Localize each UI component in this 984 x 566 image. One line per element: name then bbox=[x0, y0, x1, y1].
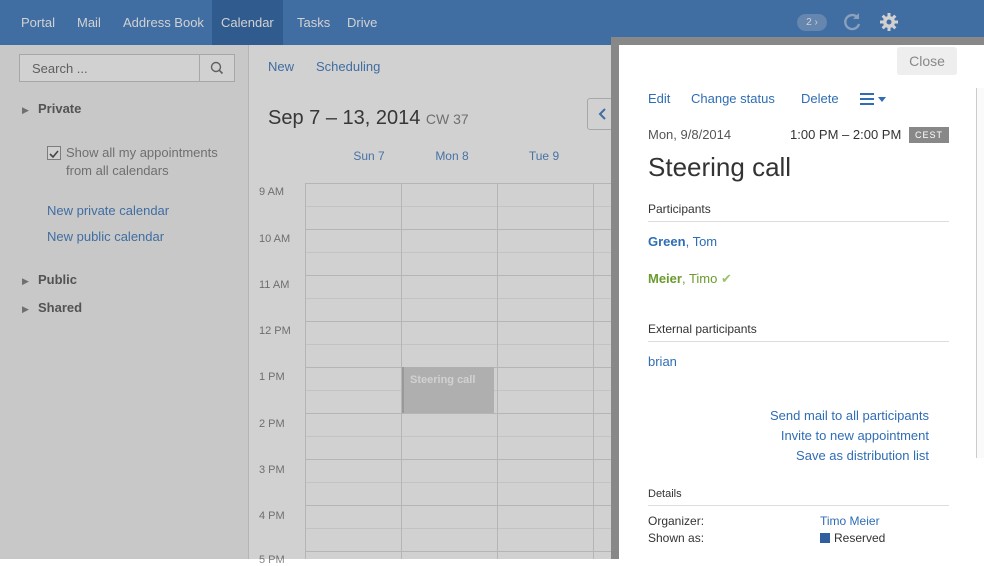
external-participants-heading: External participants bbox=[648, 322, 757, 336]
shown-as-text: Reserved bbox=[834, 531, 886, 545]
participant-green-tom[interactable]: Green, Tom bbox=[648, 234, 717, 249]
timezone-badge[interactable]: CEST bbox=[909, 127, 949, 143]
delete-button[interactable]: Delete bbox=[801, 91, 839, 106]
external-participant-brian[interactable]: brian bbox=[648, 354, 677, 369]
appointment-time: 1:00 PM – 2:00 PM bbox=[790, 127, 902, 142]
details-heading: Details bbox=[648, 488, 682, 500]
participant-first-name: , Tom bbox=[685, 234, 718, 249]
change-status-button[interactable]: Change status bbox=[691, 91, 775, 106]
send-mail-link[interactable]: Send mail to all participants bbox=[770, 408, 929, 423]
organizer-label: Organizer: bbox=[648, 514, 705, 528]
popup-content bbox=[619, 45, 984, 559]
shown-as-value: Reserved bbox=[820, 531, 885, 545]
appointment-detail-popup bbox=[611, 37, 984, 559]
participant-last-name: Green bbox=[648, 234, 686, 249]
popup-scrollbar[interactable] bbox=[976, 88, 984, 458]
participants-heading: Participants bbox=[648, 202, 711, 216]
participant-last-name: Meier bbox=[648, 271, 682, 286]
close-button[interactable]: Close bbox=[897, 47, 957, 75]
save-distribution-list-link[interactable]: Save as distribution list bbox=[796, 448, 929, 463]
appointment-date: Mon, 9/8/2014 bbox=[648, 127, 732, 142]
edit-button[interactable]: Edit bbox=[648, 91, 670, 106]
accepted-check-icon: ✔ bbox=[721, 271, 732, 286]
divider bbox=[648, 221, 949, 222]
divider bbox=[648, 341, 949, 342]
participant-first-name: , Timo bbox=[681, 271, 718, 286]
appointment-title: Steering call bbox=[648, 152, 792, 182]
reserved-color-swatch bbox=[820, 533, 830, 543]
organizer-value[interactable]: Timo Meier bbox=[820, 514, 880, 528]
invite-new-appointment-link[interactable]: Invite to new appointment bbox=[781, 428, 929, 443]
participant-meier-timo[interactable]: Meier, Timo ✔ bbox=[648, 271, 732, 287]
shown-as-label: Shown as: bbox=[648, 531, 705, 545]
more-actions-menu-icon[interactable] bbox=[860, 92, 890, 106]
divider bbox=[648, 505, 949, 506]
